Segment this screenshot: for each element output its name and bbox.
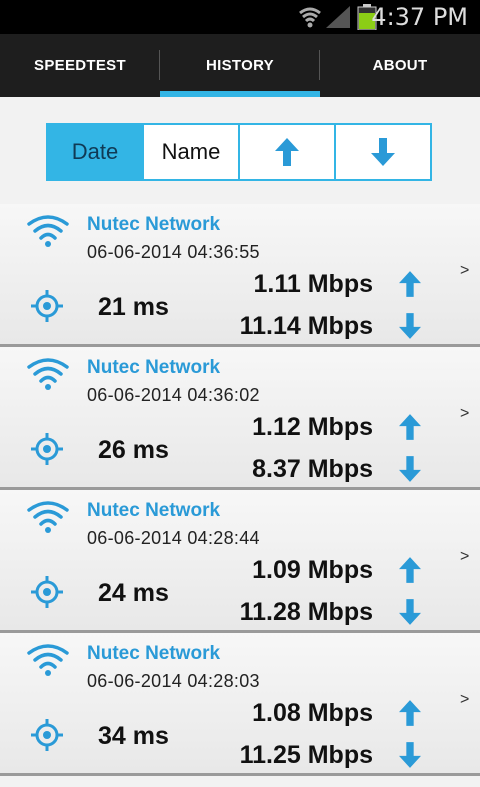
- wifi-icon: [26, 641, 70, 682]
- tab-bar: SPEEDTEST HISTORY ABOUT: [0, 34, 480, 97]
- network-name: Nutec Network: [87, 214, 221, 235]
- wifi-icon: [26, 212, 70, 253]
- signal-icon: [326, 6, 350, 33]
- chevron-right-icon: >: [460, 262, 470, 279]
- arrow-up-icon: [275, 138, 299, 166]
- network-name: Nutec Network: [87, 500, 221, 521]
- sort-control: Date Name: [46, 123, 432, 181]
- download-value: 11.14 Mbps: [239, 312, 373, 340]
- wifi-icon: [26, 355, 70, 396]
- tab-label: SPEEDTEST: [34, 57, 126, 74]
- history-row[interactable]: Nutec Network 06-06-2014 04:36:55 > 21 m…: [0, 204, 480, 347]
- tab-about[interactable]: ABOUT: [320, 34, 480, 97]
- ping-target-icon: [30, 432, 64, 471]
- upload-value: 1.11 Mbps: [253, 270, 374, 298]
- download-value: 11.28 Mbps: [239, 598, 373, 626]
- ping-value: 21 ms: [98, 293, 169, 321]
- history-row[interactable]: Nutec Network 06-06-2014 04:28:03 > 34 m…: [0, 633, 480, 776]
- history-row[interactable]: Nutec Network 06-06-2014 04:36:02 > 26 m…: [0, 347, 480, 490]
- tab-label: HISTORY: [206, 57, 274, 74]
- test-timestamp: 06-06-2014 04:36:02: [87, 385, 260, 405]
- history-row[interactable]: Nutec Network 06-06-2014 04:28:44 > 24 m…: [0, 490, 480, 633]
- ping-value: 34 ms: [98, 722, 169, 750]
- arrow-down-icon: [399, 455, 421, 488]
- download-value: 11.25 Mbps: [239, 741, 373, 769]
- ping-value: 26 ms: [98, 436, 169, 464]
- ping-value: 24 ms: [98, 579, 169, 607]
- tab-speedtest[interactable]: SPEEDTEST: [0, 34, 160, 97]
- tab-label: ABOUT: [372, 57, 428, 74]
- chevron-right-icon: >: [460, 405, 470, 422]
- chevron-right-icon: >: [460, 691, 470, 708]
- history-list: Nutec Network 06-06-2014 04:36:55 > 21 m…: [0, 204, 480, 776]
- upload-value: 1.08 Mbps: [252, 699, 373, 727]
- arrow-down-icon: [399, 741, 421, 774]
- sort-by-name-button[interactable]: Name: [144, 125, 240, 179]
- test-timestamp: 06-06-2014 04:36:55: [87, 242, 260, 262]
- status-time: 4:37 PM: [371, 3, 468, 31]
- upload-value: 1.09 Mbps: [252, 556, 373, 584]
- sort-by-download-button[interactable]: [336, 125, 430, 179]
- arrow-up-icon: [399, 556, 421, 589]
- arrow-down-icon: [399, 312, 421, 345]
- ping-target-icon: [30, 575, 64, 614]
- download-value: 8.37 Mbps: [252, 455, 373, 483]
- status-bar: 4:37 PM: [0, 0, 480, 34]
- test-timestamp: 06-06-2014 04:28:03: [87, 671, 260, 691]
- arrow-up-icon: [399, 413, 421, 446]
- wifi-icon: [298, 5, 322, 34]
- arrow-down-icon: [399, 598, 421, 631]
- ping-target-icon: [30, 718, 64, 757]
- sort-by-upload-button[interactable]: [240, 125, 336, 179]
- upload-value: 1.12 Mbps: [252, 413, 373, 441]
- test-timestamp: 06-06-2014 04:28:44: [87, 528, 260, 548]
- tab-history[interactable]: HISTORY: [160, 34, 320, 97]
- arrow-down-icon: [371, 138, 395, 166]
- chevron-right-icon: >: [460, 548, 470, 565]
- network-name: Nutec Network: [87, 643, 221, 664]
- sort-by-date-button[interactable]: Date: [48, 125, 144, 179]
- arrow-up-icon: [399, 699, 421, 732]
- ping-target-icon: [30, 289, 64, 328]
- network-name: Nutec Network: [87, 357, 221, 378]
- wifi-icon: [26, 498, 70, 539]
- arrow-up-icon: [399, 270, 421, 303]
